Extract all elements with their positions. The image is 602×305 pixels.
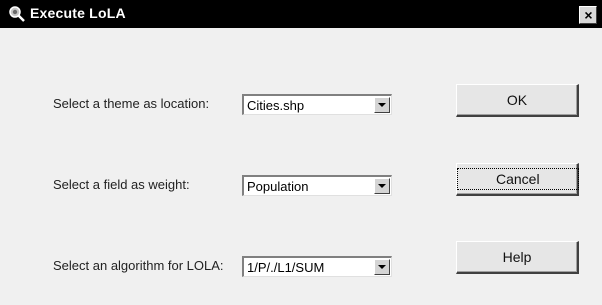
weight-select-value: Population xyxy=(247,179,309,194)
execute-lola-dialog: Execute LoLA × Select a theme as locatio… xyxy=(0,0,602,305)
ok-button-label: OK xyxy=(506,92,528,108)
chevron-down-icon[interactable] xyxy=(374,259,390,275)
weight-select[interactable]: Population xyxy=(242,175,392,196)
theme-label: Select a theme as location: xyxy=(53,96,210,111)
cancel-button[interactable]: Cancel xyxy=(456,163,579,196)
theme-select[interactable]: Cities.shp xyxy=(242,94,392,115)
chevron-down-icon[interactable] xyxy=(374,178,390,194)
algorithm-select[interactable]: 1/P/./L1/SUM xyxy=(242,256,392,277)
help-button-label: Help xyxy=(502,249,532,265)
algorithm-label: Select an algorithm for LOLA: xyxy=(53,258,224,273)
weight-label: Select a field as weight: xyxy=(53,177,190,192)
cancel-button-label: Cancel xyxy=(457,168,579,190)
close-icon: × xyxy=(584,7,593,23)
window-title: Execute LoLA xyxy=(30,5,126,21)
help-button[interactable]: Help xyxy=(456,241,579,274)
ok-button[interactable]: OK xyxy=(456,84,579,117)
title-bar[interactable]: Execute LoLA × xyxy=(0,0,602,28)
close-button[interactable]: × xyxy=(579,6,597,24)
magnifier-globe-icon xyxy=(8,5,26,23)
chevron-down-icon[interactable] xyxy=(374,97,390,113)
theme-select-value: Cities.shp xyxy=(247,98,305,113)
algorithm-select-value: 1/P/./L1/SUM xyxy=(247,260,325,275)
